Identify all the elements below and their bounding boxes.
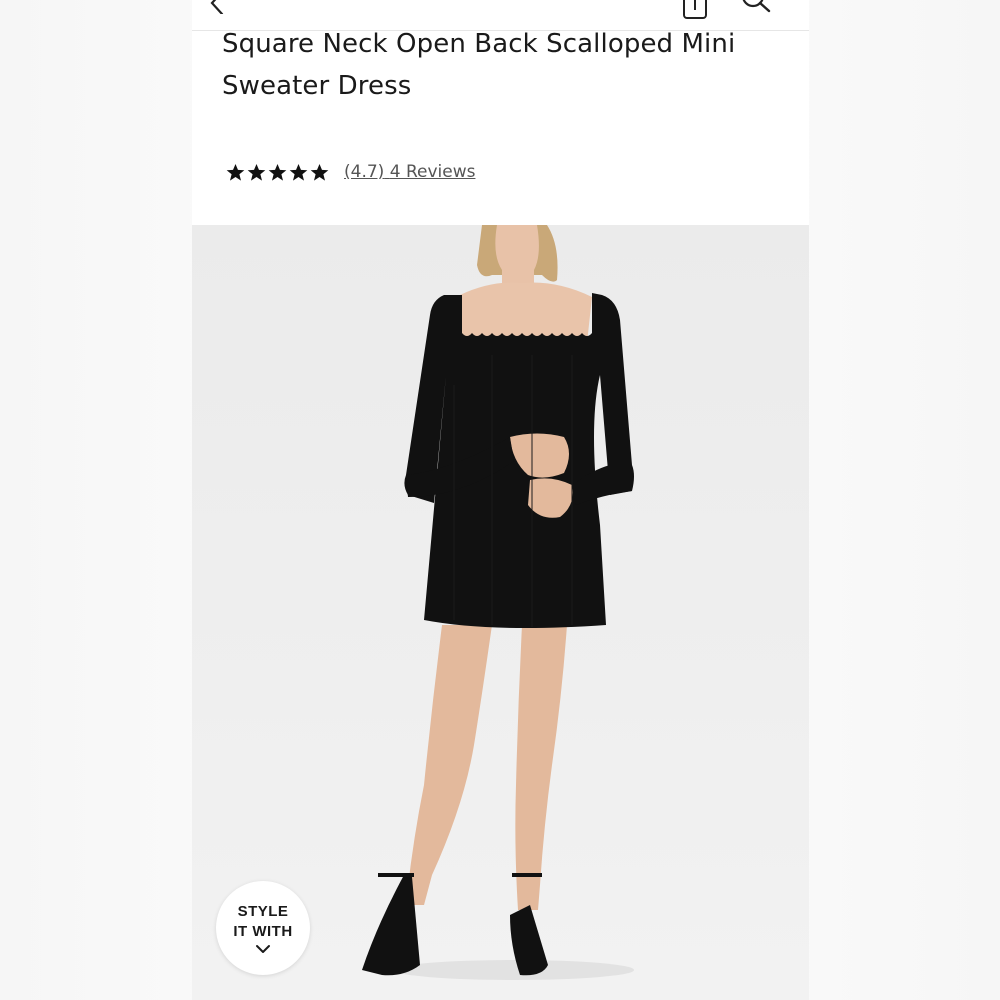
- share-icon[interactable]: [682, 0, 708, 20]
- product-page: Square Neck Open Back Scalloped Mini Swe…: [192, 0, 809, 1000]
- star-icon: [289, 163, 308, 181]
- product-title: Square Neck Open Back Scalloped Mini Swe…: [222, 29, 736, 101]
- style-it-with-line2: IT WITH: [233, 923, 293, 940]
- chevron-down-icon: [256, 945, 270, 953]
- star-icon: [247, 163, 266, 181]
- star-icon: [226, 163, 245, 181]
- style-it-with-line1: STYLE: [237, 903, 289, 920]
- back-arrow-icon[interactable]: [206, 0, 228, 14]
- star-icon: [268, 163, 287, 181]
- search-icon[interactable]: [738, 0, 774, 18]
- reviews-count: 4 Reviews: [389, 162, 476, 182]
- rating-row: (4.7) 4 Reviews: [226, 158, 475, 186]
- product-photo[interactable]: STYLE IT WITH: [192, 225, 809, 1000]
- reviews-link[interactable]: (4.7) 4 Reviews: [344, 162, 475, 182]
- model-illustration: [362, 225, 634, 980]
- style-it-with-button[interactable]: STYLE IT WITH: [216, 881, 310, 975]
- rating-value: (4.7): [344, 162, 385, 182]
- star-rating: [226, 163, 329, 182]
- star-icon: [310, 163, 329, 181]
